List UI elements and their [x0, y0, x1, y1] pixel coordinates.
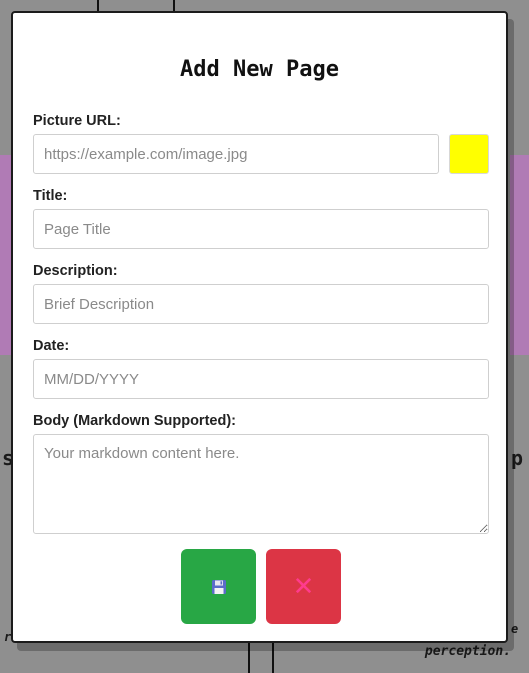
color-swatch-button[interactable] [449, 134, 489, 174]
close-icon: ✕ [292, 571, 315, 602]
modal-title: Add New Page [180, 57, 339, 82]
background-text-fragment: p [511, 446, 524, 470]
picture-url-input[interactable] [33, 134, 439, 174]
description-label: Description: [33, 263, 118, 279]
title-label: Title: [33, 188, 68, 204]
background-divider [272, 643, 274, 673]
floppy-disk-icon [211, 579, 226, 594]
date-label: Date: [33, 338, 70, 354]
save-button[interactable] [181, 549, 256, 624]
background-image-strip [0, 155, 11, 355]
body-label: Body (Markdown Supported): [33, 413, 236, 429]
add-page-modal: Add New Page Picture URL: Title: Descrip… [11, 11, 508, 643]
background-caption: perception. [424, 644, 511, 659]
body-textarea[interactable] [33, 434, 489, 534]
date-input[interactable] [33, 359, 489, 399]
background-image-strip [510, 155, 529, 355]
picture-url-label: Picture URL: [33, 113, 121, 129]
description-input[interactable] [33, 284, 489, 324]
background-text-fragment: e [511, 622, 519, 636]
background-divider [248, 643, 250, 673]
cancel-button[interactable]: ✕ [266, 549, 341, 624]
title-input[interactable] [33, 209, 489, 249]
